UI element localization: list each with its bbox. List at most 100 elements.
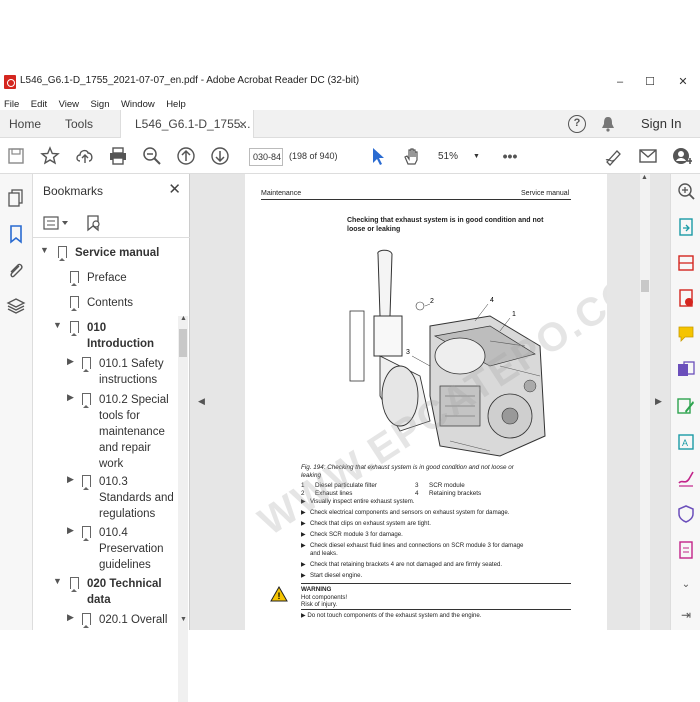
- menu-window[interactable]: Window: [118, 97, 158, 110]
- chevron-down-icon[interactable]: ⌄: [677, 576, 695, 594]
- scroll-up-icon[interactable]: ▲: [641, 174, 648, 181]
- create-pdf-icon[interactable]: [677, 289, 695, 307]
- figure-label-1: 1: [512, 311, 516, 318]
- bookmark-options-icon[interactable]: [43, 216, 71, 230]
- bookmark-icon: [58, 246, 67, 261]
- bookmark-010-2[interactable]: 010.2 Special tools for maintenance and …: [99, 392, 169, 472]
- section-heading: Checking that exhaust system is in good …: [347, 217, 544, 233]
- legend-text: SCR module: [429, 482, 465, 489]
- minimize-button[interactable]: –: [605, 72, 635, 92]
- select-cursor-icon[interactable]: [368, 146, 388, 166]
- protect-icon[interactable]: [677, 505, 695, 523]
- bookmark-020-technical-data[interactable]: 020 Technical data: [87, 576, 162, 608]
- bookmark-icon: [82, 613, 91, 628]
- close-window-button[interactable]: ✕: [668, 72, 698, 92]
- step-4: Check SCR module 3 for damage.: [310, 531, 403, 538]
- page-number-input[interactable]: 030-84: [249, 148, 283, 166]
- find-bookmark-icon[interactable]: [85, 214, 103, 232]
- chevron-right-icon[interactable]: ▶: [67, 525, 74, 536]
- chevron-down-icon[interactable]: ▼: [40, 245, 49, 255]
- document-scrollbar[interactable]: ▲: [640, 174, 650, 630]
- layers-icon[interactable]: [6, 296, 26, 316]
- bell-icon[interactable]: [600, 116, 616, 132]
- chevron-right-icon[interactable]: ▶: [67, 612, 74, 623]
- bookmark-panel-icon[interactable]: [6, 224, 26, 244]
- cloud-upload-icon[interactable]: [75, 146, 95, 166]
- previous-page-icon[interactable]: [176, 146, 196, 166]
- chevron-down-icon[interactable]: ▼: [53, 320, 62, 330]
- bookmark-service-manual[interactable]: Service manual: [75, 245, 159, 261]
- bookmark-020-1[interactable]: 020.1 Overall: [99, 612, 167, 628]
- fill-sign-icon[interactable]: [677, 469, 695, 487]
- zoom-level-select[interactable]: 51% ▼: [435, 149, 485, 167]
- collapse-left-icon[interactable]: ◀: [198, 396, 205, 407]
- zoom-in-icon[interactable]: [677, 182, 695, 200]
- step-2: Check electrical components and sensors …: [310, 509, 510, 516]
- tab-tools[interactable]: Tools: [65, 110, 93, 138]
- page-header-left: Maintenance: [261, 190, 302, 197]
- collapse-tools-pane-icon[interactable]: ⇥: [677, 606, 695, 624]
- chevron-down-icon[interactable]: ▼: [53, 576, 62, 586]
- close-panel-icon[interactable]: ✕: [168, 180, 181, 198]
- main-toolbar: 030-84 (198 of 940) 51% ▼ •••: [0, 138, 700, 174]
- more-tools-icon[interactable]: •••: [500, 146, 520, 166]
- warning-triangle-icon: !: [270, 586, 288, 602]
- export-pdf-icon[interactable]: [677, 218, 695, 236]
- scrollbar-thumb[interactable]: [179, 329, 187, 357]
- tab-bar: Home Tools L546_G6.1-D_1755... × ? Sign …: [0, 110, 700, 139]
- bookmarks-scrollbar[interactable]: ▲ ▼: [178, 315, 188, 702]
- scroll-down-icon[interactable]: ▼: [180, 616, 187, 623]
- combine-files-icon[interactable]: [677, 361, 695, 379]
- bookmark-010-introduction[interactable]: 010 Introduction: [87, 320, 154, 352]
- sign-in-button[interactable]: Sign In: [641, 110, 681, 138]
- organize-pages-icon[interactable]: [677, 254, 695, 272]
- warning-line-2: Risk of injury.: [301, 601, 338, 608]
- menu-help[interactable]: Help: [163, 97, 189, 110]
- scroll-up-icon[interactable]: ▲: [180, 315, 187, 322]
- add-user-icon[interactable]: [672, 146, 692, 166]
- step-7: Start diesel engine.: [310, 572, 363, 579]
- scrollbar-thumb[interactable]: [641, 280, 649, 292]
- print-icon[interactable]: [108, 146, 128, 166]
- scan-ocr-icon[interactable]: A: [677, 433, 695, 451]
- stamp-icon[interactable]: [677, 541, 695, 559]
- hand-tool-icon[interactable]: [402, 146, 422, 166]
- bookmark-010-1[interactable]: 010.1 Safety instructions: [99, 356, 164, 388]
- bookmark-010-4[interactable]: 010.4 Preservation guidelines: [99, 525, 164, 573]
- figure-label-4: 4: [490, 297, 494, 304]
- chevron-down-icon: ▼: [473, 153, 480, 160]
- window-title: L546_G6.1-D_1755_2021-07-07_en.pdf - Ado…: [20, 75, 360, 86]
- chevron-right-icon[interactable]: ▶: [67, 392, 74, 403]
- help-icon[interactable]: ?: [568, 115, 586, 133]
- star-icon[interactable]: [40, 146, 60, 166]
- page-thumbnails-icon[interactable]: [6, 188, 26, 208]
- figure-label-3: 3: [406, 349, 410, 356]
- bookmark-icon: [82, 475, 91, 490]
- edit-pdf-icon[interactable]: [677, 397, 695, 415]
- collapse-right-icon[interactable]: ▶: [655, 396, 662, 407]
- bookmark-contents[interactable]: Contents: [87, 295, 133, 311]
- chevron-right-icon[interactable]: ▶: [67, 356, 74, 367]
- zoom-out-icon[interactable]: [142, 146, 162, 166]
- menu-edit[interactable]: Edit: [28, 97, 50, 110]
- save-icon[interactable]: [6, 146, 26, 166]
- menu-file[interactable]: File: [1, 97, 22, 110]
- menu-sign[interactable]: Sign: [87, 97, 112, 110]
- acrobat-window: L546_G6.1-D_1755_2021-07-07_en.pdf - Ado…: [0, 70, 700, 702]
- sign-pen-icon[interactable]: [604, 146, 624, 166]
- tab-document[interactable]: L546_G6.1-D_1755... ×: [120, 110, 254, 139]
- comment-icon[interactable]: [677, 325, 695, 343]
- next-page-icon[interactable]: [210, 146, 230, 166]
- title-bar: L546_G6.1-D_1755_2021-07-07_en.pdf - Ado…: [0, 70, 700, 94]
- bookmark-icon: [70, 321, 79, 336]
- close-tab-icon[interactable]: ×: [239, 110, 247, 138]
- maximize-button[interactable]: ☐: [635, 72, 665, 92]
- bookmark-010-3[interactable]: 010.3 Standards and regulations: [99, 474, 174, 522]
- tab-home[interactable]: Home: [9, 110, 41, 138]
- bookmark-icon: [70, 577, 79, 592]
- bookmark-preface[interactable]: Preface: [87, 270, 127, 286]
- attachments-icon[interactable]: [6, 260, 26, 280]
- chevron-right-icon[interactable]: ▶: [67, 474, 74, 485]
- email-icon[interactable]: [638, 146, 658, 166]
- menu-view[interactable]: View: [56, 97, 82, 110]
